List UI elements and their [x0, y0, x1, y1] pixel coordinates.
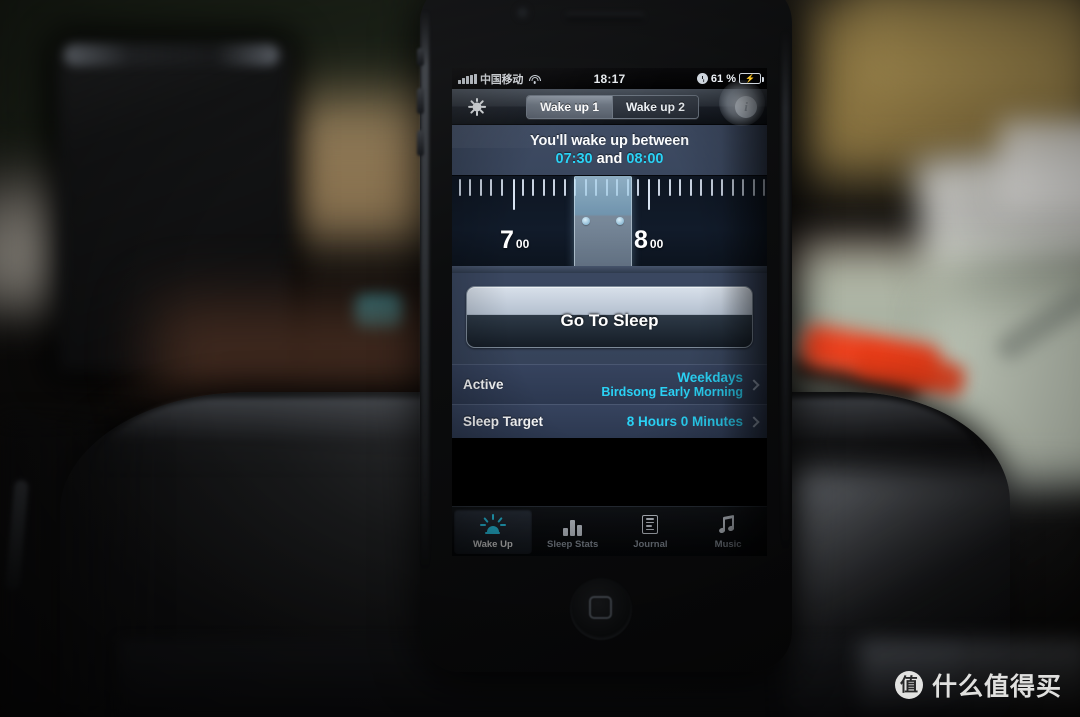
hour-label-8: 8 00	[634, 226, 664, 254]
home-button-square-icon	[589, 596, 612, 619]
slider-grip-right[interactable]	[616, 217, 624, 225]
go-to-sleep-panel: Go To Sleep	[452, 273, 767, 364]
wake-window-headline: You'll wake up between 07:30 and 08:00	[452, 125, 767, 175]
volume-up-button[interactable]	[417, 88, 424, 114]
segment-wake-up-2[interactable]: Wake up 2	[612, 95, 698, 118]
ruler-minor-tick	[521, 179, 524, 196]
ruler-minor-tick	[479, 179, 482, 196]
info-button[interactable]: i	[735, 95, 757, 118]
battery-percent: 61 %	[710, 72, 736, 85]
ruler-minor-tick	[458, 179, 461, 196]
ruler-minor-tick	[500, 179, 503, 196]
status-bar: 中国移动 18:17 61 % ⚡	[452, 68, 767, 89]
chevron-right-icon	[748, 415, 760, 428]
background-paper-sheet-2	[1000, 120, 1080, 210]
ruler-minor-tick	[553, 179, 556, 196]
row-active-label: Active	[463, 377, 504, 392]
time-ruler-slider[interactable]: 7 00 8 00	[452, 175, 767, 273]
row-sleep-target-value: 8 Hours 0 Minutes	[626, 413, 743, 429]
ruler-minor-tick	[763, 179, 766, 196]
ruler-hour-tick	[513, 179, 516, 210]
tab-music[interactable]: Music	[689, 507, 767, 556]
settings-rows: Active Weekdays Birdsong Early Morning S…	[452, 364, 767, 438]
tab-wake-up[interactable]: Wake Up	[454, 509, 532, 554]
wake-up-segmented-control[interactable]: Wake up 1 Wake up 2	[526, 94, 699, 119]
phone-screen: 中国移动 18:17 61 % ⚡ Wake up 1 Wake up 2 i …	[452, 68, 767, 556]
battery-icon: ⚡	[739, 73, 764, 84]
phone-right-rim	[782, 30, 789, 550]
volume-down-button[interactable]	[417, 130, 424, 156]
navigation-bar: Wake up 1 Wake up 2 i	[452, 80, 767, 126]
background-yellow-box-top	[850, 0, 1080, 100]
wake-end-time: 08:00	[626, 151, 664, 167]
ruler-minor-tick	[469, 179, 472, 196]
row-active[interactable]: Active Weekdays Birdsong Early Morning	[452, 364, 767, 404]
ruler-minor-tick	[668, 179, 671, 196]
ruler-minor-tick	[658, 179, 661, 196]
front-camera	[516, 6, 529, 19]
ruler-minor-tick	[721, 179, 724, 196]
sunrise-icon	[480, 513, 506, 536]
go-to-sleep-label: Go To Sleep	[560, 311, 659, 330]
ruler-minor-tick	[710, 179, 713, 196]
go-to-sleep-button[interactable]: Go To Sleep	[466, 286, 753, 348]
tab-sleep-stats[interactable]: Sleep Stats	[534, 507, 612, 556]
ruler-base-bar	[452, 266, 767, 273]
headline-and: and	[596, 151, 623, 167]
chevron-right-icon	[748, 378, 760, 391]
document-icon	[637, 514, 663, 536]
watermark-text: 什么值得买	[931, 673, 1062, 701]
ruler-minor-tick	[742, 179, 745, 196]
ruler-hour-tick	[648, 179, 651, 210]
wake-start-time: 07:30	[555, 151, 593, 167]
background-dark-device-highlight	[64, 44, 279, 66]
ruler-minor-tick	[689, 179, 692, 196]
tab-music-label: Music	[714, 538, 742, 550]
alarm-clock-icon	[696, 73, 708, 84]
music-note-icon	[715, 514, 741, 536]
ruler-minor-tick	[752, 179, 755, 196]
bar-chart-icon	[560, 514, 586, 536]
wake-window-slider-handle[interactable]	[574, 176, 632, 272]
watermark-logo: 值	[894, 671, 923, 699]
ruler-minor-tick	[563, 179, 566, 196]
charging-bolt-icon: ⚡	[745, 73, 755, 83]
segment-wake-up-1[interactable]: Wake up 1	[527, 95, 612, 118]
tab-journal-label: Journal	[633, 538, 668, 550]
mute-switch[interactable]	[417, 48, 424, 66]
slider-grip-left[interactable]	[582, 217, 590, 225]
ruler-minor-tick	[637, 179, 640, 196]
ruler-minor-tick	[532, 179, 535, 196]
row-active-value: Weekdays	[677, 369, 743, 385]
tab-sleep-stats-label: Sleep Stats	[547, 538, 599, 550]
hour-label-7: 7 00	[500, 226, 530, 254]
earpiece-speaker	[565, 12, 645, 21]
brightness-sun-icon[interactable]	[464, 94, 490, 120]
tab-wake-up-label: Wake Up	[472, 538, 513, 550]
row-sleep-target-label: Sleep Target	[463, 414, 544, 429]
tab-journal[interactable]: Journal	[612, 507, 690, 556]
headline-text: You'll wake up between	[530, 133, 689, 149]
ruler-minor-tick	[679, 179, 682, 196]
ruler-minor-tick	[490, 179, 493, 196]
row-sleep-target[interactable]: Sleep Target 8 Hours 0 Minutes	[452, 404, 767, 438]
ruler-minor-tick	[700, 179, 703, 196]
row-active-sound: Birdsong Early Morning	[601, 385, 743, 400]
watermark: 值 什么值得买	[894, 667, 1062, 703]
ruler-minor-tick	[542, 179, 545, 196]
photo-scene: 中国移动 18:17 61 % ⚡ Wake up 1 Wake up 2 i …	[0, 0, 1080, 717]
tab-bar: Wake Up Sleep Stats Journal Music	[452, 506, 767, 556]
ruler-minor-tick	[731, 179, 734, 196]
